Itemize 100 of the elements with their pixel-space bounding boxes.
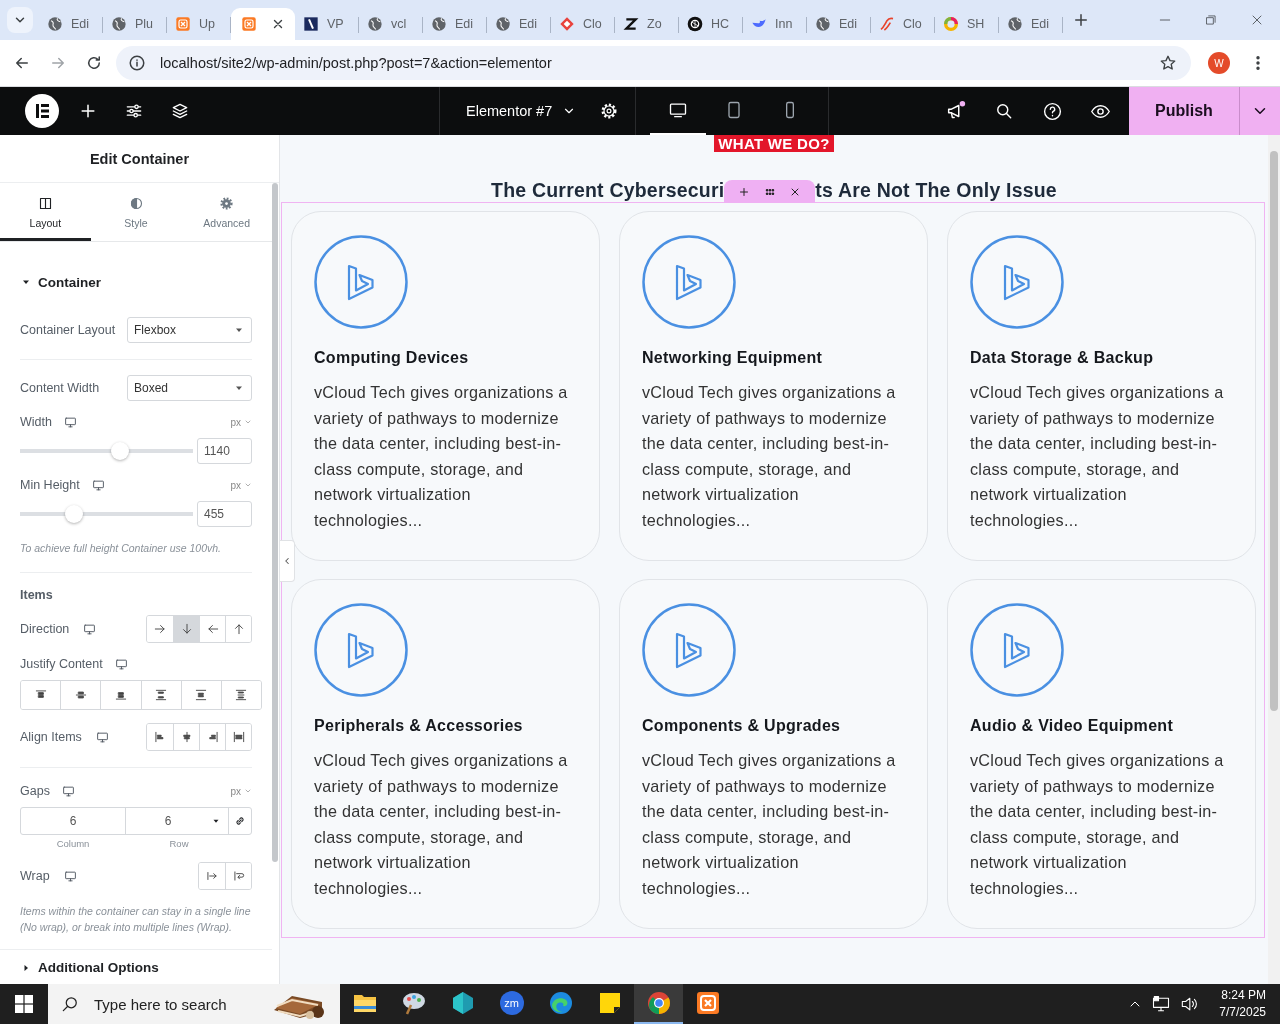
- publish-button[interactable]: Publish: [1129, 87, 1239, 135]
- knot-logo-icon: [687, 16, 703, 32]
- info-icon[interactable]: [128, 54, 146, 72]
- star-icon[interactable]: [1159, 54, 1177, 72]
- browser-tab[interactable]: Plu: [103, 8, 167, 40]
- wrap-icon: [231, 869, 246, 883]
- slider-thumb[interactable]: [111, 442, 130, 460]
- number-input[interactable]: 455: [197, 501, 252, 527]
- clock-date[interactable]: 7/7/2025: [1219, 1004, 1266, 1021]
- browser-tab[interactable]: Clo: [551, 8, 615, 40]
- browser-tab[interactable]: VP: [295, 8, 359, 40]
- circle-logo-icon: [970, 603, 1064, 697]
- section-toggle[interactable]: Additional Options: [0, 949, 272, 976]
- scrollbar-thumb[interactable]: [272, 183, 278, 862]
- container-toolbar[interactable]: [724, 180, 816, 203]
- elementor-logo-icon[interactable]: [25, 94, 59, 128]
- zigzag-logo-icon: [623, 16, 639, 32]
- card-text: vCloud Tech gives organizations a variety of pathways to modernize the data center, including best-in-class compute, storage, and network virtualization technologies...: [314, 382, 569, 531]
- ring-logo-icon: [943, 16, 959, 32]
- responsive-icon[interactable]: [63, 415, 77, 429]
- panel-tab[interactable]: Style: [90, 183, 182, 241]
- browser-tab[interactable]: Edi: [487, 8, 551, 40]
- responsive-icon[interactable]: [114, 657, 128, 671]
- browser-tab[interactable]: Up: [167, 8, 231, 40]
- responsive-icon[interactable]: [95, 730, 109, 744]
- chevron-down-icon: [244, 481, 252, 489]
- help-icon[interactable]: [1041, 100, 1063, 122]
- card-title: Computing Devices: [314, 349, 470, 367]
- network-icon[interactable]: [1151, 994, 1172, 1014]
- clock-time[interactable]: 8:24 PM: [1221, 987, 1266, 1004]
- no-wrap-icon: [205, 869, 219, 883]
- responsive-icon[interactable]: [91, 478, 105, 492]
- search-icon[interactable]: [994, 101, 1014, 121]
- option-button[interactable]: [225, 724, 251, 750]
- field-label: Gaps: [20, 784, 50, 798]
- address-field[interactable]: localhost/site2/wp-admin/post.php?post=7&action=elementor: [116, 46, 1191, 80]
- responsive-icon[interactable]: [83, 622, 97, 636]
- browser-tab[interactable]: Edi: [999, 8, 1063, 40]
- help-text: To achieve full height Container use 100vh.: [20, 541, 222, 556]
- browser-tab[interactable]: vcl: [359, 8, 423, 40]
- reload-icon[interactable]: [85, 54, 103, 72]
- taskbar-app-button[interactable]: [634, 984, 683, 1024]
- space-around-icon: [194, 688, 209, 702]
- select-field[interactable]: Boxed: [127, 375, 252, 401]
- circle-logo-icon: [314, 235, 408, 329]
- section-label: WHAT WE DO?: [714, 135, 834, 152]
- tab-list-button[interactable]: [7, 7, 33, 33]
- circle-logo-icon: [970, 235, 1064, 329]
- field-label: Direction: [20, 622, 70, 636]
- link-icon: [233, 814, 247, 828]
- collapse-handle[interactable]: [280, 540, 295, 582]
- close-tab-icon[interactable]: [271, 17, 285, 31]
- browser-tab[interactable]: HC: [679, 8, 743, 40]
- select-field[interactable]: Flexbox: [127, 317, 252, 343]
- browser-tab[interactable]: Inn: [743, 8, 807, 40]
- unit-selector[interactable]: px: [230, 479, 252, 491]
- unit-selector[interactable]: px: [230, 416, 252, 428]
- space-between-icon: [154, 688, 169, 702]
- search-field[interactable]: Type here to search: [48, 984, 340, 1024]
- link-button[interactable]: [228, 807, 252, 835]
- globe-icon: [815, 16, 831, 32]
- field-label: Content Width: [20, 381, 100, 395]
- responsive-icon[interactable]: [63, 869, 77, 883]
- panel-tab[interactable]: Layout: [0, 183, 91, 241]
- field-label: Align Items: [20, 730, 82, 744]
- responsive-icon[interactable]: [61, 784, 75, 798]
- globe-icon: [367, 16, 383, 32]
- scrollbar[interactable]: [1268, 135, 1280, 984]
- section-heading: The Current Cybersecuri: [491, 179, 725, 202]
- globe-icon: [431, 16, 447, 32]
- card-text: vCloud Tech gives organizations a variety of pathways to modernize the data center, including best-in-class compute, storage, and network virtualization technologies...: [314, 750, 569, 899]
- layers-icon[interactable]: [170, 101, 190, 121]
- browser-tab[interactable]: Zo: [615, 8, 679, 40]
- globe-icon: [495, 16, 511, 32]
- new-tab-icon[interactable]: [1072, 11, 1090, 29]
- number-input[interactable]: 1140: [197, 438, 252, 464]
- chevron-down-icon: [244, 418, 252, 426]
- restore-icon[interactable]: [1204, 13, 1218, 27]
- section-toggle[interactable]: Container: [20, 274, 252, 290]
- settings-icon: [219, 195, 235, 211]
- search-input[interactable]: Type here to search: [92, 994, 266, 1014]
- number-input[interactable]: 6: [20, 807, 126, 835]
- chrome-icon: [646, 991, 671, 1015]
- circle-logo-icon: [642, 603, 736, 697]
- number-input[interactable]: 6: [125, 807, 229, 835]
- browser-tab[interactable]: Edi: [39, 8, 103, 40]
- browser-tab[interactable]: SH: [935, 8, 999, 40]
- browser-tab[interactable]: Edi: [423, 8, 487, 40]
- option-button[interactable]: [225, 863, 251, 889]
- unit-selector[interactable]: px: [230, 785, 252, 797]
- taskbar-app-button[interactable]: zm: [487, 984, 536, 1024]
- slider-thumb[interactable]: [64, 505, 83, 523]
- option-button[interactable]: [220, 681, 261, 709]
- browser-tab[interactable]: Edi: [807, 8, 871, 40]
- panel-tab[interactable]: Advanced: [181, 183, 272, 241]
- square-logo-icon: [175, 16, 191, 32]
- arrow-left-icon: [205, 622, 220, 636]
- profile-avatar[interactable]: W: [1208, 52, 1230, 74]
- section-heading: ts Are Not The Only Issue: [815, 179, 1057, 202]
- browser-tab[interactable]: Clo: [871, 8, 935, 40]
